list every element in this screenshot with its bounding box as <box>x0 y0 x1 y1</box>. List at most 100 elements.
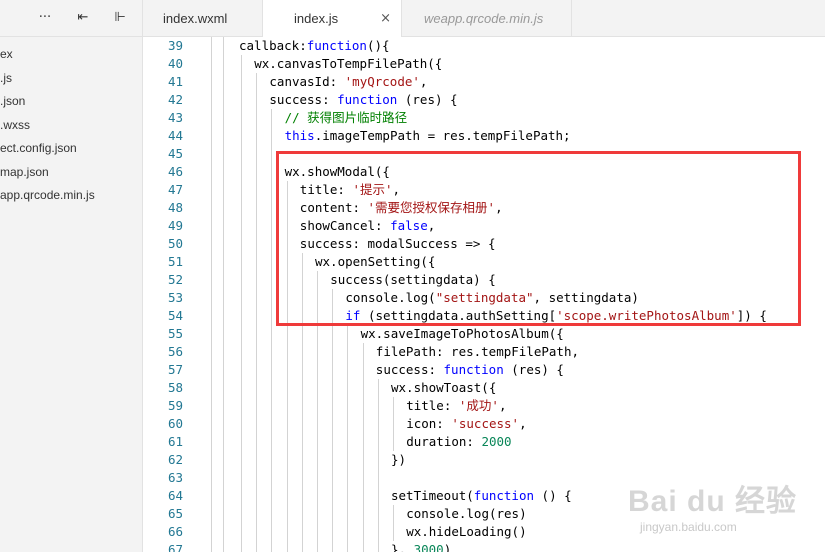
line-number: 40 <box>167 56 183 71</box>
tab-weapp-qrcode[interactable]: weapp.qrcode.min.js <box>402 0 572 36</box>
close-icon[interactable]: × <box>380 0 391 38</box>
line-number: 42 <box>167 92 183 107</box>
explorer-toolbar: ··· ⇤ ⊩ <box>0 0 142 37</box>
code-token-number: 2000 <box>481 434 512 449</box>
code-token-plain: , <box>495 200 503 215</box>
code-token-plain: console.log( <box>345 290 436 305</box>
code-token-keyword: function <box>443 362 504 377</box>
file-item[interactable]: ex <box>0 44 95 68</box>
file-item[interactable]: app.qrcode.min.js <box>0 185 95 209</box>
code-token-plain: , <box>519 416 527 431</box>
code-area[interactable]: callback:function(){wx.canvasToTempFileP… <box>239 37 767 552</box>
watermark-url: jingyan.baidu.com <box>640 520 737 534</box>
code-token-plain: wx.openSetting({ <box>315 254 436 269</box>
code-token-string: 'myQrcode' <box>344 74 420 89</box>
code-line: content: '需要您授权保存相册', <box>239 199 767 217</box>
code-token-keyword: function <box>306 38 367 53</box>
code-token-plain: filePath: res.tempFilePath, <box>375 344 579 359</box>
line-number: 63 <box>167 470 183 485</box>
code-line: wx.showToast({ <box>239 379 767 397</box>
code-line: canvasId: 'myQrcode', <box>239 73 767 91</box>
code-token-plain: title: <box>406 398 459 413</box>
tab-label: index.js <box>294 11 339 26</box>
line-number: 44 <box>167 128 183 143</box>
code-token-plain: icon: <box>406 416 452 431</box>
code-line: // 获得图片临时路径 <box>239 109 767 127</box>
line-number: 51 <box>167 254 183 269</box>
code-token-plain: showCancel: <box>299 218 391 233</box>
tab-index-wxml[interactable]: index.wxml <box>143 0 263 36</box>
code-token-plain: (res) { <box>397 92 458 107</box>
line-number: 58 <box>167 380 183 395</box>
line-number: 67 <box>167 542 183 552</box>
code-token-plain: (){ <box>366 38 390 53</box>
code-token-plain: wx.canvasToTempFilePath({ <box>254 56 443 71</box>
code-token-plain: ) <box>443 542 452 552</box>
code-line: title: '提示', <box>239 181 767 199</box>
split-layout-icon[interactable]: ⊩ <box>111 10 129 26</box>
code-token-plain: content: <box>299 200 368 215</box>
baidu-watermark: Bai du 经验 jingyan.baidu.com <box>628 476 818 546</box>
code-token-string: "settingdata" <box>435 290 534 305</box>
line-number: 62 <box>167 452 183 467</box>
code-line: wx.canvasToTempFilePath({ <box>239 55 767 73</box>
line-number: 64 <box>167 488 183 503</box>
file-item[interactable]: map.json <box>0 162 95 186</box>
code-line: wx.saveImageToPhotosAlbum({ <box>239 325 767 343</box>
tab-label: weapp.qrcode.min.js <box>424 11 544 26</box>
code-token-plain: () { <box>534 488 572 503</box>
indent-guide <box>223 37 224 552</box>
code-token-plain: title: <box>299 182 353 197</box>
line-number: 46 <box>167 164 183 179</box>
code-token-plain: callback: <box>239 38 307 53</box>
line-number: 61 <box>167 434 183 449</box>
code-token-plain: , settingdata) <box>533 290 639 305</box>
code-token-string: 'success' <box>451 416 520 431</box>
code-token-plain: (res) { <box>503 362 564 377</box>
code-line: wx.showModal({ <box>239 163 767 181</box>
line-number: 60 <box>167 416 183 431</box>
code-line: showCancel: false, <box>239 217 767 235</box>
line-number: 45 <box>167 146 183 161</box>
code-line: this.imageTempPath = res.tempFilePath; <box>239 127 767 145</box>
collapse-all-icon[interactable]: ⇤ <box>74 10 92 26</box>
file-item[interactable]: .js <box>0 68 95 92</box>
code-line: duration: 2000 <box>239 433 767 451</box>
line-number: 41 <box>167 74 183 89</box>
line-number: 48 <box>167 200 183 215</box>
code-token-plain: , <box>419 74 428 89</box>
more-icon[interactable]: ··· <box>36 10 54 26</box>
code-editor[interactable]: 39 40 41 42 43 44 45 46 47 48 49 50 51 52 53 54 55 56 57 58… <box>143 37 825 552</box>
code-token-plain: wx.saveImageToPhotosAlbum({ <box>360 326 564 341</box>
code-token-keyword: false <box>390 218 428 233</box>
code-line: }) <box>239 451 767 469</box>
file-item[interactable]: ect.config.json <box>0 138 95 162</box>
code-token-string: '成功' <box>458 398 499 413</box>
code-line: wx.openSetting({ <box>239 253 767 271</box>
line-number: 56 <box>167 344 183 359</box>
code-token-comment: // 获得图片临时路径 <box>284 110 408 125</box>
line-number: 49 <box>167 218 183 233</box>
tab-index-js[interactable]: index.js × <box>263 0 402 37</box>
line-number: 53 <box>167 290 183 305</box>
watermark-logo: Bai du 经验 <box>628 485 798 518</box>
file-item[interactable]: .wxss <box>0 115 95 139</box>
code-line: callback:function(){ <box>239 37 767 55</box>
indent-guide <box>211 37 212 552</box>
line-number: 59 <box>167 398 183 413</box>
code-line: icon: 'success', <box>239 415 767 433</box>
code-token-plain: wx.showModal({ <box>284 164 390 179</box>
code-line: if (settingdata.authSetting['scope.write… <box>239 307 766 325</box>
code-token-keyword: if <box>345 308 361 323</box>
editor-tab-bar: index.wxml index.js × weapp.qrcode.min.j… <box>143 0 825 37</box>
line-number: 65 <box>167 506 183 521</box>
code-token-plain: wx.showToast({ <box>391 380 497 395</box>
line-number-gutter: 39 40 41 42 43 44 45 46 47 48 49 50 51 52 53 54 55 56 57 58… <box>143 37 187 552</box>
code-token-keyword: function <box>473 488 535 503</box>
code-token-plain: setTimeout( <box>391 488 474 503</box>
code-token-plain: success(settingdata) { <box>330 272 496 287</box>
code-token-plain: success: modalSuccess => { <box>299 236 496 251</box>
file-item[interactable]: .json <box>0 91 95 115</box>
code-token-plain: console.log(res) <box>406 506 527 521</box>
